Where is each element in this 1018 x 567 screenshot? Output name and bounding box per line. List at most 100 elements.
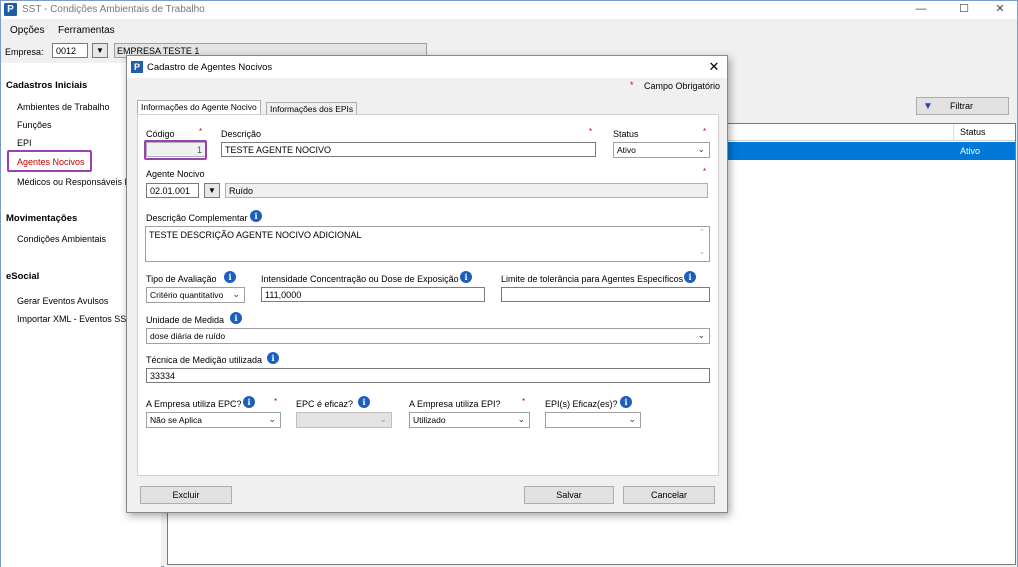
close-icon[interactable]: ✕ <box>983 1 1017 19</box>
required-star: * <box>274 397 278 406</box>
tecnica-medicao-label: Técnica de Medição utilizada <box>146 355 263 365</box>
filter-button[interactable]: ▼ Filtrar <box>916 97 1009 115</box>
unidade-medida-label: Unidade de Medida <box>146 315 225 325</box>
limite-tolerancia-label: Limite de tolerância para Agentes Especí… <box>501 274 684 284</box>
info-icon[interactable]: i <box>460 271 472 283</box>
sidebar-section-esocial: eSocial <box>6 271 40 282</box>
menu-opcoes[interactable]: Opções <box>10 25 44 36</box>
chevron-down-icon: ⌄ <box>379 414 387 424</box>
info-icon[interactable]: i <box>620 396 632 408</box>
filter-icon: ▼ <box>923 101 933 112</box>
dialog-title: Cadastro de Agentes Nocivos <box>147 62 273 73</box>
sidebar-item-condicoes[interactable]: Condições Ambientais <box>17 234 106 244</box>
descricao-complementar-textarea[interactable]: TESTE DESCRIÇÃO AGENTE NOCIVO ADICIONAL … <box>145 226 710 262</box>
info-icon[interactable]: i <box>684 271 696 283</box>
cancelar-button[interactable]: Cancelar <box>623 486 715 504</box>
status-select-value: Ativo <box>617 145 636 155</box>
sidebar-item-importar-xml[interactable]: Importar XML - Eventos SST <box>17 314 132 324</box>
agente-nocivo-name-field: Ruído <box>225 183 708 198</box>
empresa-dropdown-button[interactable]: ▼ <box>92 43 108 58</box>
limite-tolerancia-input[interactable] <box>501 287 710 302</box>
descricao-input[interactable]: TESTE AGENTE NOCIVO <box>221 142 596 157</box>
info-icon[interactable]: i <box>267 352 279 364</box>
window-title: SST - Condições Ambientais de Trabalho <box>22 4 205 15</box>
epc-eficaz-select[interactable]: ⌄ <box>296 412 392 428</box>
unidade-medida-value: dose diária de ruído <box>150 331 226 341</box>
epc-value: Não se Aplica <box>150 415 202 425</box>
codigo-label: Código <box>146 129 175 139</box>
required-star: * <box>703 127 707 136</box>
tab-informacoes-epis[interactable]: Informações dos EPIs <box>266 102 358 114</box>
dialog-title-bar: P Cadastro de Agentes Nocivos ✕ <box>127 56 727 78</box>
epc-label: A Empresa utiliza EPC? <box>146 399 242 409</box>
grid-cell-status: Ativo <box>960 146 981 156</box>
sidebar-item-agentes-nocivos[interactable]: Agentes Nocivos <box>17 157 85 167</box>
menu-bar: Opções Ferramentas <box>1 21 1017 39</box>
title-bar: P SST - Condições Ambientais de Trabalho… <box>1 1 1017 19</box>
salvar-button[interactable]: Salvar <box>524 486 614 504</box>
descricao-complementar-label: Descrição Complementar <box>146 213 248 223</box>
sidebar-section-cadastros: Cadastros Iniciais <box>6 80 88 91</box>
required-star: * <box>199 127 203 136</box>
status-select[interactable]: Ativo ⌄ <box>613 142 710 158</box>
epi-eficaz-label: EPI(s) Eficaz(es)? <box>545 399 618 409</box>
empresa-label: Empresa: <box>5 47 44 57</box>
epi-value: Utilizado <box>413 415 446 425</box>
highlight-box <box>144 140 207 160</box>
minimize-icon[interactable]: — <box>904 1 938 19</box>
sidebar-item-funcoes[interactable]: Funções <box>17 120 52 130</box>
intensidade-input[interactable]: 111,0000 <box>261 287 485 302</box>
app-logo-icon: P <box>4 3 17 16</box>
grid-column-divider <box>953 124 954 141</box>
sidebar-item-medicos[interactable]: Médicos ou Responsáveis PC <box>17 177 137 187</box>
tipo-avaliacao-value: Critério quantitativo <box>150 290 224 300</box>
info-icon[interactable]: i <box>243 396 255 408</box>
epi-select[interactable]: Utilizado ⌄ <box>409 412 530 428</box>
info-icon[interactable]: i <box>224 271 236 283</box>
menu-ferramentas[interactable]: Ferramentas <box>58 25 115 36</box>
required-legend: Campo Obrigatório <box>644 81 721 91</box>
intensidade-label: Intensidade Concentração ou Dose de Expo… <box>261 274 459 284</box>
app-logo-icon: P <box>131 61 143 73</box>
excluir-button[interactable]: Excluir <box>140 486 232 504</box>
chevron-down-icon: ⌄ <box>232 289 240 299</box>
epi-eficaz-select[interactable]: ⌄ <box>545 412 641 428</box>
required-star: * <box>630 80 634 90</box>
required-star: * <box>703 167 707 176</box>
info-icon[interactable]: i <box>358 396 370 408</box>
descricao-label: Descrição <box>221 129 262 139</box>
agente-nocivo-dropdown-button[interactable]: ▼ <box>204 183 220 198</box>
agentes-nocivos-dialog: P Cadastro de Agentes Nocivos ✕ * Campo … <box>126 55 728 513</box>
agente-nocivo-code-input[interactable]: 02.01.001 <box>146 183 199 198</box>
epc-select[interactable]: Não se Aplica ⌄ <box>146 412 281 428</box>
chevron-down-icon: ⌄ <box>268 414 276 424</box>
unidade-medida-select[interactable]: dose diária de ruído ⌄ <box>146 328 710 344</box>
scrollbar[interactable]: ⌃ ⌄ <box>696 228 708 260</box>
tipo-avaliacao-select[interactable]: Critério quantitativo ⌄ <box>146 287 245 303</box>
epi-label: A Empresa utiliza EPI? <box>409 399 501 409</box>
tipo-avaliacao-label: Tipo de Avaliação <box>146 274 217 284</box>
chevron-down-icon: ⌄ <box>628 414 636 424</box>
filter-button-label: Filtrar <box>950 101 973 111</box>
info-icon[interactable]: i <box>250 210 262 222</box>
grid-header-status[interactable]: Status <box>960 127 986 137</box>
tecnica-medicao-input[interactable]: 33334 <box>146 368 710 383</box>
agente-nocivo-label: Agente Nocivo <box>146 169 205 179</box>
info-icon[interactable]: i <box>230 312 242 324</box>
descricao-complementar-value: TESTE DESCRIÇÃO AGENTE NOCIVO ADICIONAL <box>149 230 362 240</box>
close-icon[interactable]: ✕ <box>705 58 723 76</box>
required-star: * <box>589 127 593 136</box>
sidebar-item-ambientes[interactable]: Ambientes de Trabalho <box>17 102 110 112</box>
sidebar-section-movimentacoes: Movimentações <box>6 213 78 224</box>
required-star: * <box>522 397 526 406</box>
sidebar-item-gerar-eventos[interactable]: Gerar Eventos Avulsos <box>17 296 108 306</box>
chevron-down-icon: ⌄ <box>697 144 705 154</box>
maximize-icon[interactable]: ☐ <box>947 1 981 19</box>
sidebar-item-epi[interactable]: EPI <box>17 138 32 148</box>
chevron-down-icon: ⌄ <box>697 330 705 340</box>
tab-informacoes-agente[interactable]: Informações do Agente Nocivo <box>137 100 261 114</box>
empresa-code-input[interactable]: 0012 <box>52 43 88 58</box>
status-label: Status <box>613 129 639 139</box>
epc-eficaz-label: EPC é eficaz? <box>296 399 354 409</box>
chevron-down-icon: ⌄ <box>517 414 525 424</box>
